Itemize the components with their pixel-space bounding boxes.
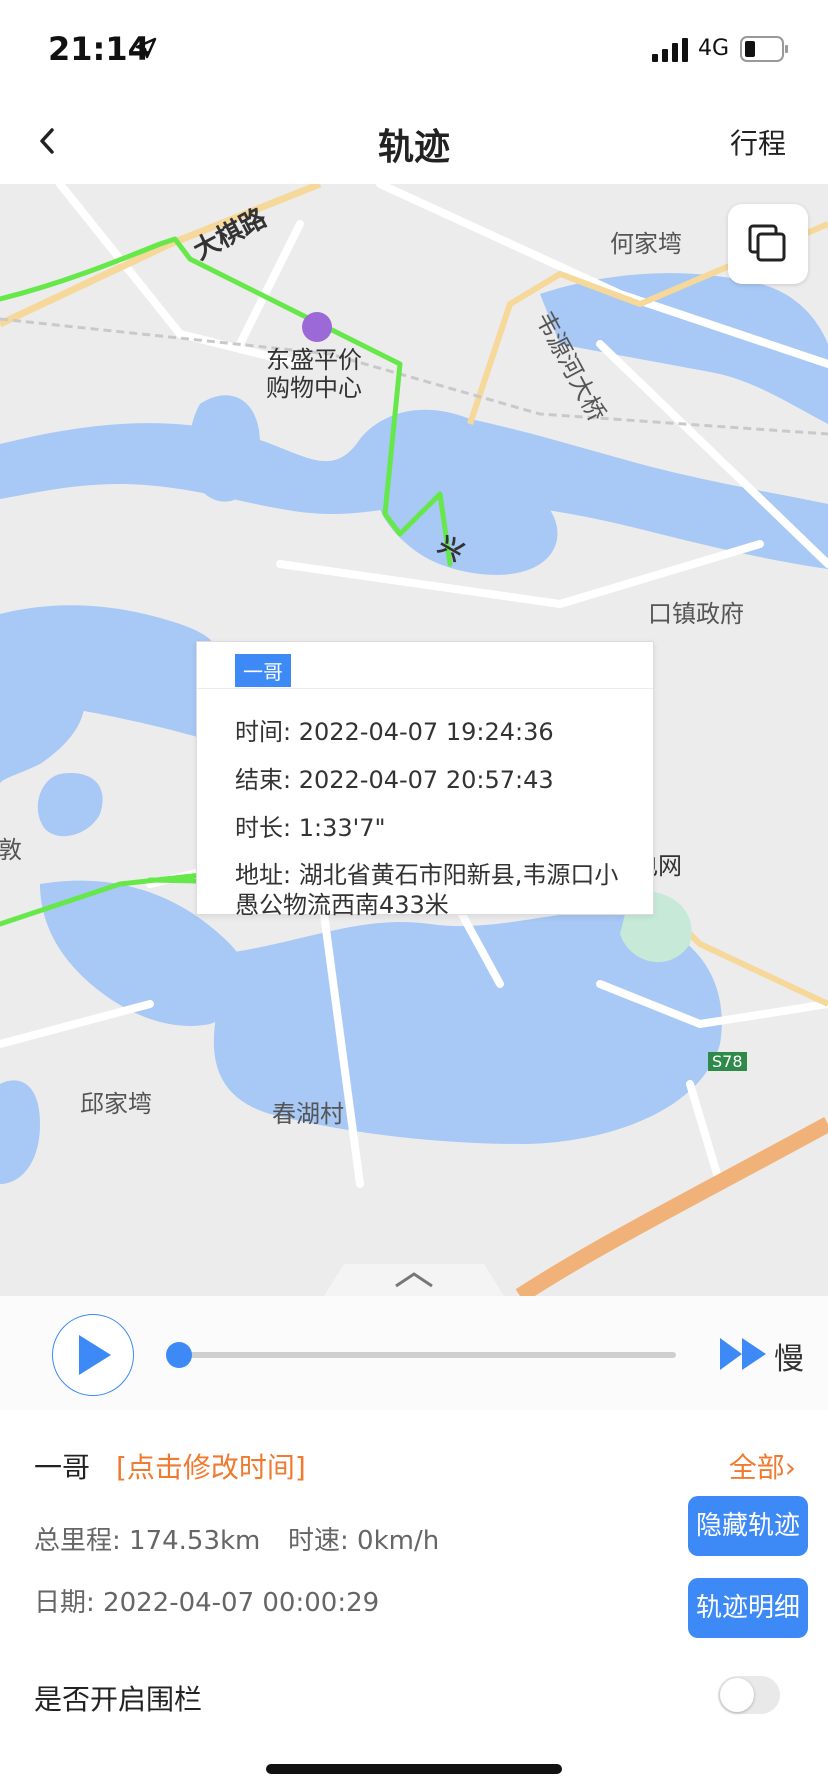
fence-label: 是否开启围栏 (34, 1683, 203, 1716)
playback-bar: 慢 (0, 1296, 828, 1411)
device-name: 一哥 (34, 1451, 91, 1484)
current-speed: 时速: 0km/h (288, 1526, 440, 1556)
layers-icon (748, 224, 786, 262)
hide-track-button[interactable]: 隐藏轨迹 (688, 1496, 808, 1556)
map-label-qiujiawan: 邱家塆 (80, 1090, 152, 1118)
play-button[interactable] (52, 1314, 134, 1396)
map-label-chunhu: 春湖村 (272, 1100, 344, 1128)
collapse-chevron-icon[interactable] (324, 1264, 504, 1296)
popup-divider (197, 688, 653, 689)
nav-bar: 轨迹 行程 (0, 100, 828, 185)
map-view[interactable]: 大棋路 何家塆 韦源河大桥 东盛平价 购物中心 兴 口镇政府 国家电网 敦 邱家… (0, 184, 828, 1296)
map-label-hejiawan: 何家塆 (610, 230, 682, 258)
home-indicator (266, 1764, 562, 1774)
network-type: 4G (698, 36, 730, 61)
total-mileage: 总里程: 174.53km (34, 1526, 261, 1556)
fence-toggle-knob (720, 1678, 754, 1712)
map-label-edge-left: 敦 (0, 836, 22, 864)
edit-time-link[interactable]: [点击修改时间] (116, 1446, 306, 1486)
map-label-s78: S78 (708, 1052, 747, 1071)
mall-pin-icon (302, 312, 332, 342)
popup-device-tag: 一哥 (235, 654, 291, 687)
playback-progress-track[interactable] (178, 1352, 676, 1358)
popup-duration: 时长: 1:33'7" (235, 814, 386, 842)
popup-end-time: 结束: 2022-04-07 20:57:43 (235, 766, 554, 794)
map-layer-button[interactable] (728, 204, 808, 284)
all-link[interactable]: 全部› (729, 1446, 796, 1486)
playback-progress-knob[interactable] (166, 1342, 192, 1368)
trip-link[interactable]: 行程 (730, 122, 786, 162)
track-info-panel: 一哥 [点击修改时间] 全部› 总里程: 174.53km 时速: 0km/h … (0, 1410, 828, 1661)
page-title: 轨迹 (377, 127, 450, 168)
play-icon (79, 1335, 111, 1375)
playback-speed-label[interactable]: 慢 (774, 1334, 804, 1378)
track-detail-button[interactable]: 轨迹明细 (688, 1578, 808, 1638)
popup-start-time: 时间: 2022-04-07 19:24:36 (235, 718, 554, 746)
location-arrow-icon (135, 37, 157, 59)
fence-row: 是否开启围栏 (0, 1660, 828, 1734)
map-label-town-gov: 口镇政府 (648, 600, 744, 628)
track-date: 日期: 2022-04-07 00:00:29 (34, 1588, 380, 1618)
status-bar: 21:14 4G (0, 0, 828, 100)
popup-address: 地址: 湖北省黄石市阳新县,韦源口小愚公物流西南433米 (235, 861, 619, 919)
track-info-popup: 一哥 时间: 2022-04-07 19:24:36 结束: 2022-04-0… (196, 641, 654, 919)
battery-icon (740, 36, 788, 62)
map-label-mall-line2: 购物中心 (266, 374, 362, 402)
fence-toggle[interactable] (718, 1676, 780, 1714)
cellular-signal-icon (652, 38, 688, 62)
fast-forward-icon[interactable] (720, 1336, 768, 1372)
